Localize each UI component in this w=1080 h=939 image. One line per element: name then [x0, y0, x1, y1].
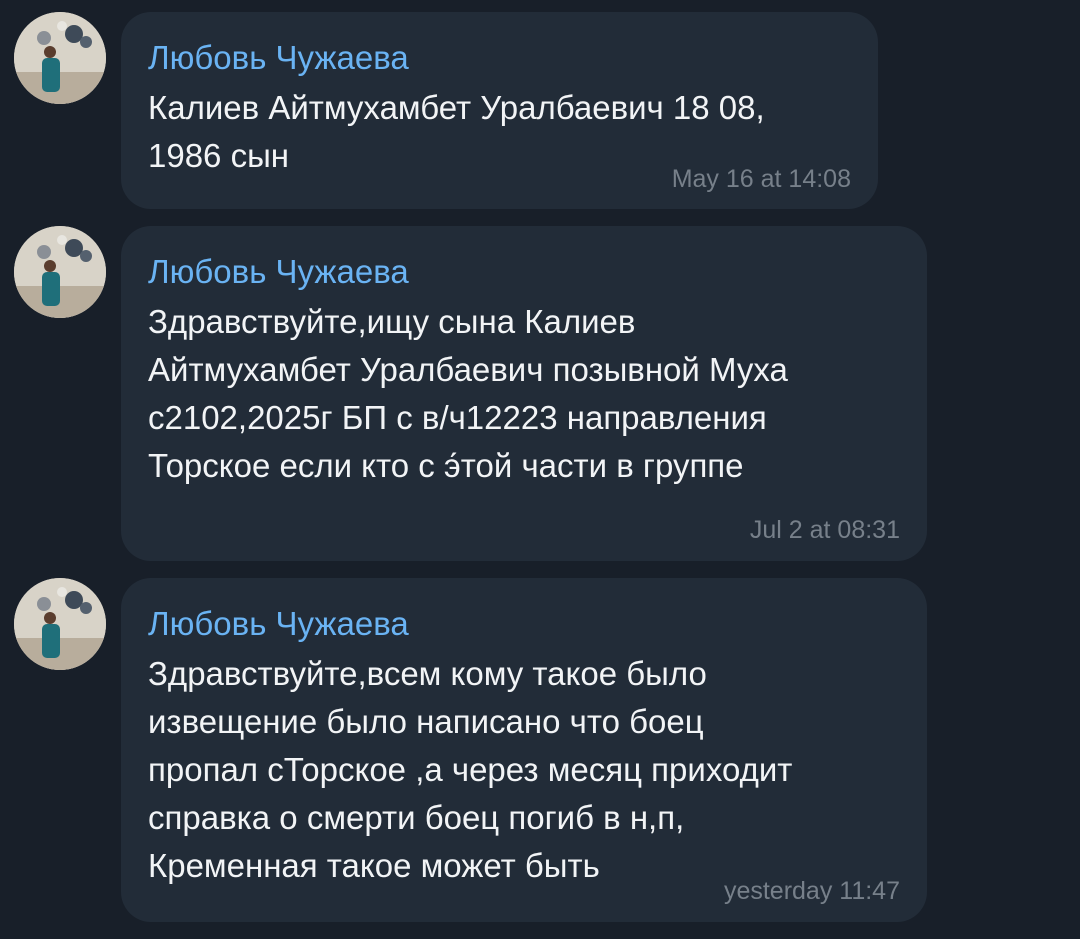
message-bubble[interactable]: Любовь Чужаева Калиев Айтмухамбет Уралба… [121, 12, 878, 209]
sender-name[interactable]: Любовь Чужаева [148, 38, 409, 78]
message-text-line: Калиев Айтмухамбет Уралбаевич 18 08, [148, 89, 765, 126]
sender-name[interactable]: Любовь Чужаева [148, 252, 409, 292]
message-text-line: Здравствуйте,всем кому такое было [148, 655, 707, 692]
user-avatar-icon[interactable] [14, 226, 106, 318]
message-text-line: пропал сТорское ,а через месяц приходит [148, 751, 793, 788]
message-timestamp: yesterday 11:47 [723, 877, 900, 905]
message-timestamp: Jul 2 at 08:31 [749, 516, 900, 544]
message-text-line: извещение было написано что боец [148, 703, 704, 740]
message-text-line: Торское если кто с э́той части в группе [148, 447, 744, 484]
message-text: Здравствуйте,всем кому такое было извеще… [148, 650, 792, 890]
message-text-line: Айтмухамбет Уралбаевич позывной Муха [148, 351, 788, 388]
user-avatar-icon[interactable] [14, 12, 106, 104]
sender-name[interactable]: Любовь Чужаева [148, 604, 409, 644]
message-text-line: справка о смерти боец погиб в н,п, [148, 799, 685, 836]
message-timestamp: May 16 at 14:08 [671, 165, 851, 193]
user-avatar-icon[interactable] [14, 578, 106, 670]
message-text-line: с2102,2025г БП с в/ч12223 направления [148, 399, 767, 436]
message-bubble[interactable]: Любовь Чужаева Здравствуйте,ищу сына Кал… [121, 226, 927, 561]
message-text-line: Здравствуйте,ищу сына Калиев [148, 303, 636, 340]
message-bubble[interactable]: Любовь Чужаева Здравствуйте,всем кому та… [121, 578, 927, 922]
message-text: Здравствуйте,ищу сына Калиев Айтмухамбет… [148, 298, 788, 490]
message-text-line: Кременная такое может быть [148, 847, 600, 884]
